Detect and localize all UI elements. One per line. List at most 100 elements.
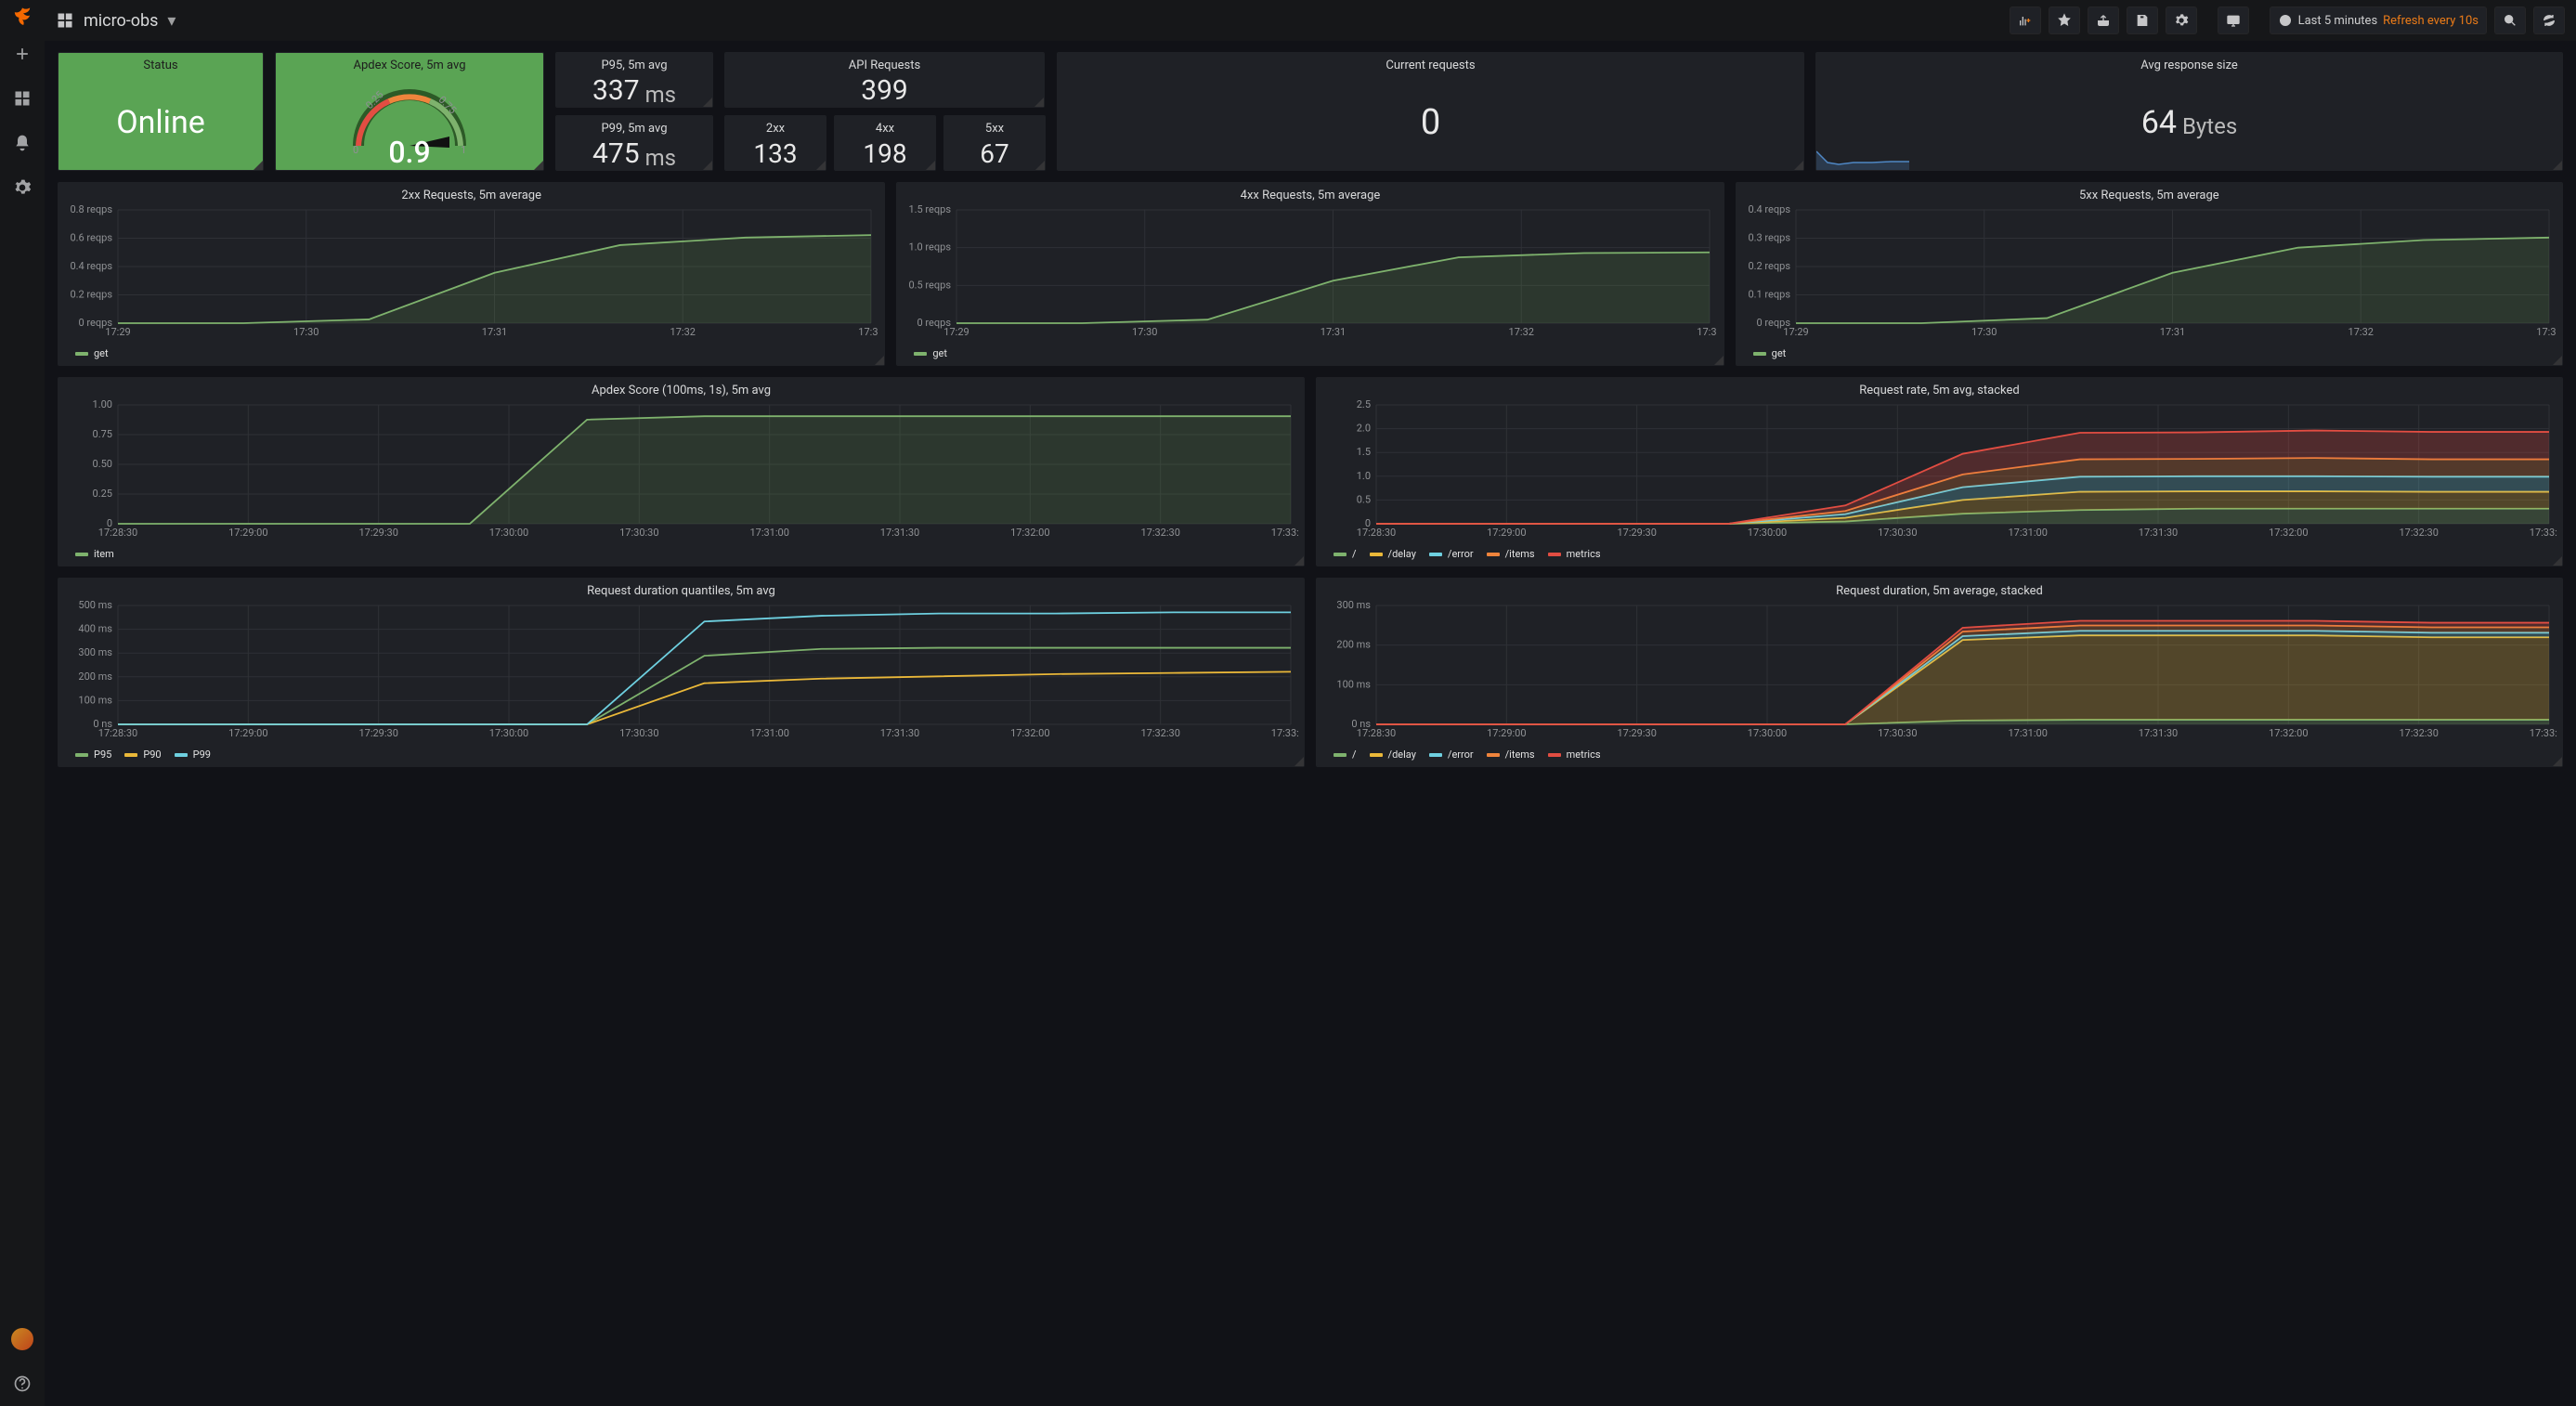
svg-text:0.2 reqps: 0.2 reqps xyxy=(70,289,112,301)
refresh-button[interactable] xyxy=(2533,7,2565,34)
save-button[interactable] xyxy=(2127,7,2158,34)
svg-text:17:30:30: 17:30:30 xyxy=(1878,727,1917,739)
svg-text:0: 0 xyxy=(353,144,358,155)
svg-text:1.5: 1.5 xyxy=(1357,446,1371,458)
svg-text:0.6 reqps: 0.6 reqps xyxy=(70,232,112,244)
panel-api-requests[interactable]: API Requests 399 xyxy=(724,52,1045,108)
legend-item[interactable]: get xyxy=(75,347,109,359)
svg-text:400 ms: 400 ms xyxy=(78,623,112,635)
svg-text:17:31:00: 17:31:00 xyxy=(749,727,788,739)
svg-text:17:31: 17:31 xyxy=(1321,326,1346,338)
legend-item[interactable]: /items xyxy=(1487,749,1535,761)
clock-icon xyxy=(2278,13,2293,28)
dashboard-picker[interactable]: micro-obs ▾ xyxy=(56,11,176,31)
legend: get xyxy=(1737,342,2562,365)
legend-item[interactable]: /error xyxy=(1429,749,1474,761)
svg-text:17:29:30: 17:29:30 xyxy=(358,527,397,539)
panel-p99[interactable]: P99, 5m avg 475ms xyxy=(555,115,713,171)
nav-help[interactable] xyxy=(0,1361,45,1406)
svg-text:17:32:30: 17:32:30 xyxy=(2399,527,2438,539)
refresh-interval: Refresh every 10s xyxy=(2383,14,2478,28)
svg-text:17:31:00: 17:31:00 xyxy=(749,527,788,539)
legend-item[interactable]: get xyxy=(1753,347,1787,359)
svg-text:17:32:00: 17:32:00 xyxy=(1010,527,1049,539)
legend: / /delay/error/items metrics xyxy=(1317,542,2562,566)
add-panel-button[interactable] xyxy=(2010,7,2041,34)
nav-alerting[interactable] xyxy=(0,121,45,165)
legend-item[interactable]: P99 xyxy=(175,749,211,761)
sidebar xyxy=(0,0,45,1406)
panel-avg-response-size[interactable]: Avg response size 64Bytes xyxy=(1815,52,2563,171)
panel-status[interactable]: Status Online xyxy=(58,52,264,171)
panel-apdex-ts[interactable]: Apdex Score (100ms, 1s), 5m avg00.250.50… xyxy=(58,377,1305,566)
panel-dur-stacked[interactable]: Request duration, 5m average, stacked0 n… xyxy=(1316,578,2563,767)
svg-text:17:30:30: 17:30:30 xyxy=(619,527,658,539)
legend-item[interactable]: /delay xyxy=(1370,548,1416,560)
panel-2xx[interactable]: 2xx 133 xyxy=(724,115,826,171)
panel-4xx[interactable]: 4xx 198 xyxy=(834,115,936,171)
panel-title: Request duration, 5m average, stacked xyxy=(1317,579,2562,600)
svg-text:0.5 reqps: 0.5 reqps xyxy=(909,279,952,291)
panel-p95[interactable]: P95, 5m avg 337ms xyxy=(555,52,713,108)
legend-item[interactable]: /delay xyxy=(1370,749,1416,761)
panel-2xx-chart[interactable]: 2xx Requests, 5m average0 reqps0.2 reqps… xyxy=(58,182,885,366)
svg-text:17:32: 17:32 xyxy=(670,326,696,338)
column-pxx: P95, 5m avg 337ms P99, 5m avg 475ms xyxy=(555,52,713,171)
svg-text:0.25: 0.25 xyxy=(93,488,112,500)
svg-text:17:30:00: 17:30:00 xyxy=(1748,727,1787,739)
panel-4xx-chart[interactable]: 4xx Requests, 5m average0 reqps0.5 reqps… xyxy=(896,182,1724,366)
zoom-out-button[interactable] xyxy=(2494,7,2526,34)
svg-text:17:31:30: 17:31:30 xyxy=(2139,727,2178,739)
svg-text:0.8 reqps: 0.8 reqps xyxy=(70,204,112,215)
svg-text:17:33: 17:33 xyxy=(1698,326,1718,338)
svg-text:1.5 reqps: 1.5 reqps xyxy=(909,204,952,215)
svg-text:17:29:00: 17:29:00 xyxy=(1487,727,1526,739)
legend: item xyxy=(59,542,1304,566)
legend-item[interactable]: get xyxy=(914,347,947,359)
topbar: micro-obs ▾ Last 5 minutes Refresh every… xyxy=(45,0,2576,41)
svg-text:1.00: 1.00 xyxy=(93,399,112,410)
legend-item[interactable]: /error xyxy=(1429,548,1474,560)
svg-text:500 ms: 500 ms xyxy=(78,600,112,611)
panel-title: Status xyxy=(59,53,263,74)
legend-item[interactable]: P95 xyxy=(75,749,111,761)
panel-apdex-gauge[interactable]: Apdex Score, 5m avg 0 0.25 0.75 1 0.9 xyxy=(275,52,544,171)
svg-text:0.2 reqps: 0.2 reqps xyxy=(1748,260,1790,272)
grafana-logo[interactable] xyxy=(9,6,35,32)
legend-item[interactable]: / xyxy=(1334,749,1357,761)
legend-item[interactable]: / xyxy=(1334,548,1357,560)
star-button[interactable] xyxy=(2049,7,2080,34)
svg-text:17:31:00: 17:31:00 xyxy=(2008,527,2047,539)
dashboard-title: micro-obs xyxy=(84,11,158,31)
legend-item[interactable]: item xyxy=(75,548,114,560)
svg-text:0.1 reqps: 0.1 reqps xyxy=(1748,289,1790,301)
caret-down-icon: ▾ xyxy=(167,11,176,31)
legend-item[interactable]: /items xyxy=(1487,548,1535,560)
dashboard-body: Status Online Apdex Score, 5m avg 0 0.25… xyxy=(45,41,2576,1406)
panel-dur-quant[interactable]: Request duration quantiles, 5m avg0 ns10… xyxy=(58,578,1305,767)
panel-title: 5xx Requests, 5m average xyxy=(1737,183,2562,204)
svg-text:200 ms: 200 ms xyxy=(78,670,112,683)
nav-add[interactable] xyxy=(0,32,45,76)
nav-settings[interactable] xyxy=(0,165,45,210)
legend-item[interactable]: metrics xyxy=(1548,548,1601,560)
panel-5xx[interactable]: 5xx 67 xyxy=(943,115,1046,171)
nav-dashboards[interactable] xyxy=(0,76,45,121)
share-button[interactable] xyxy=(2088,7,2119,34)
settings-button[interactable] xyxy=(2166,7,2197,34)
user-avatar[interactable] xyxy=(0,1317,45,1361)
time-range-button[interactable]: Last 5 minutes Refresh every 10s xyxy=(2270,7,2487,34)
svg-text:0.4 reqps: 0.4 reqps xyxy=(1748,204,1790,215)
panel-rate-stacked[interactable]: Request rate, 5m avg, stacked00.51.01.52… xyxy=(1316,377,2563,566)
svg-text:17:32: 17:32 xyxy=(2348,326,2373,338)
svg-text:17:30: 17:30 xyxy=(1132,326,1157,338)
cycle-view-button[interactable] xyxy=(2218,7,2249,34)
svg-text:17:28:30: 17:28:30 xyxy=(1357,527,1396,539)
panel-current-requests[interactable]: Current requests 0 xyxy=(1057,52,1804,171)
legend-item[interactable]: metrics xyxy=(1548,749,1601,761)
panel-5xx-chart[interactable]: 5xx Requests, 5m average0 reqps0.1 reqps… xyxy=(1736,182,2563,366)
legend-item[interactable]: P90 xyxy=(124,749,161,761)
panel-title: 2xx Requests, 5m average xyxy=(59,183,884,204)
svg-text:17:29: 17:29 xyxy=(105,326,130,338)
legend: P95 P90 P99 xyxy=(59,743,1304,766)
